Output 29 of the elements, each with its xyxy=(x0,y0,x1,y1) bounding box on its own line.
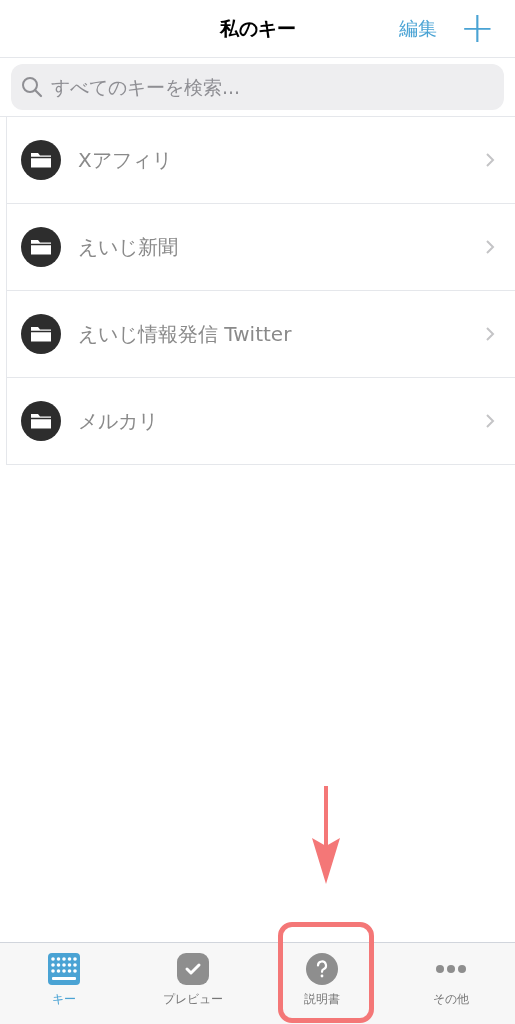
folder-name: えいじ情報発信 Twitter xyxy=(78,321,293,348)
tab[interactable]: 説明書 xyxy=(257,943,387,1024)
more-icon xyxy=(434,964,467,974)
tab[interactable]: プレビュー xyxy=(128,943,258,1024)
chevron-icon xyxy=(485,413,495,429)
help-icon xyxy=(305,953,338,985)
keyboard-icon xyxy=(48,953,81,985)
checkmark-icon xyxy=(177,953,210,985)
chevron-icon xyxy=(485,152,495,168)
folder-row[interactable]: えいじ情報発信 Twitter xyxy=(7,291,515,378)
search-icon xyxy=(21,76,43,98)
folder-name: メルカリ xyxy=(78,408,159,435)
folder-icon xyxy=(21,401,61,441)
folder-row[interactable]: Xアフィリ xyxy=(7,117,515,204)
chevron-icon xyxy=(485,239,495,255)
folder-name: えいじ新聞 xyxy=(78,234,179,261)
folder-icon xyxy=(21,140,61,180)
tab[interactable]: その他 xyxy=(386,943,515,1024)
folder-icon xyxy=(21,227,61,267)
folder-name: Xアフィリ xyxy=(78,147,173,174)
screen-title: 私のキー xyxy=(219,16,296,42)
add-button[interactable]: + xyxy=(459,4,495,52)
search-field[interactable]: すべてのキーを検索... xyxy=(11,64,504,110)
folder-row[interactable]: メルカリ xyxy=(7,378,515,465)
edit-button[interactable]: 編集 xyxy=(399,14,437,43)
folder-icon xyxy=(21,314,61,354)
chevron-icon xyxy=(485,326,495,342)
tab[interactable]: キー xyxy=(0,943,129,1024)
folder-row[interactable]: えいじ新聞 xyxy=(7,204,515,291)
